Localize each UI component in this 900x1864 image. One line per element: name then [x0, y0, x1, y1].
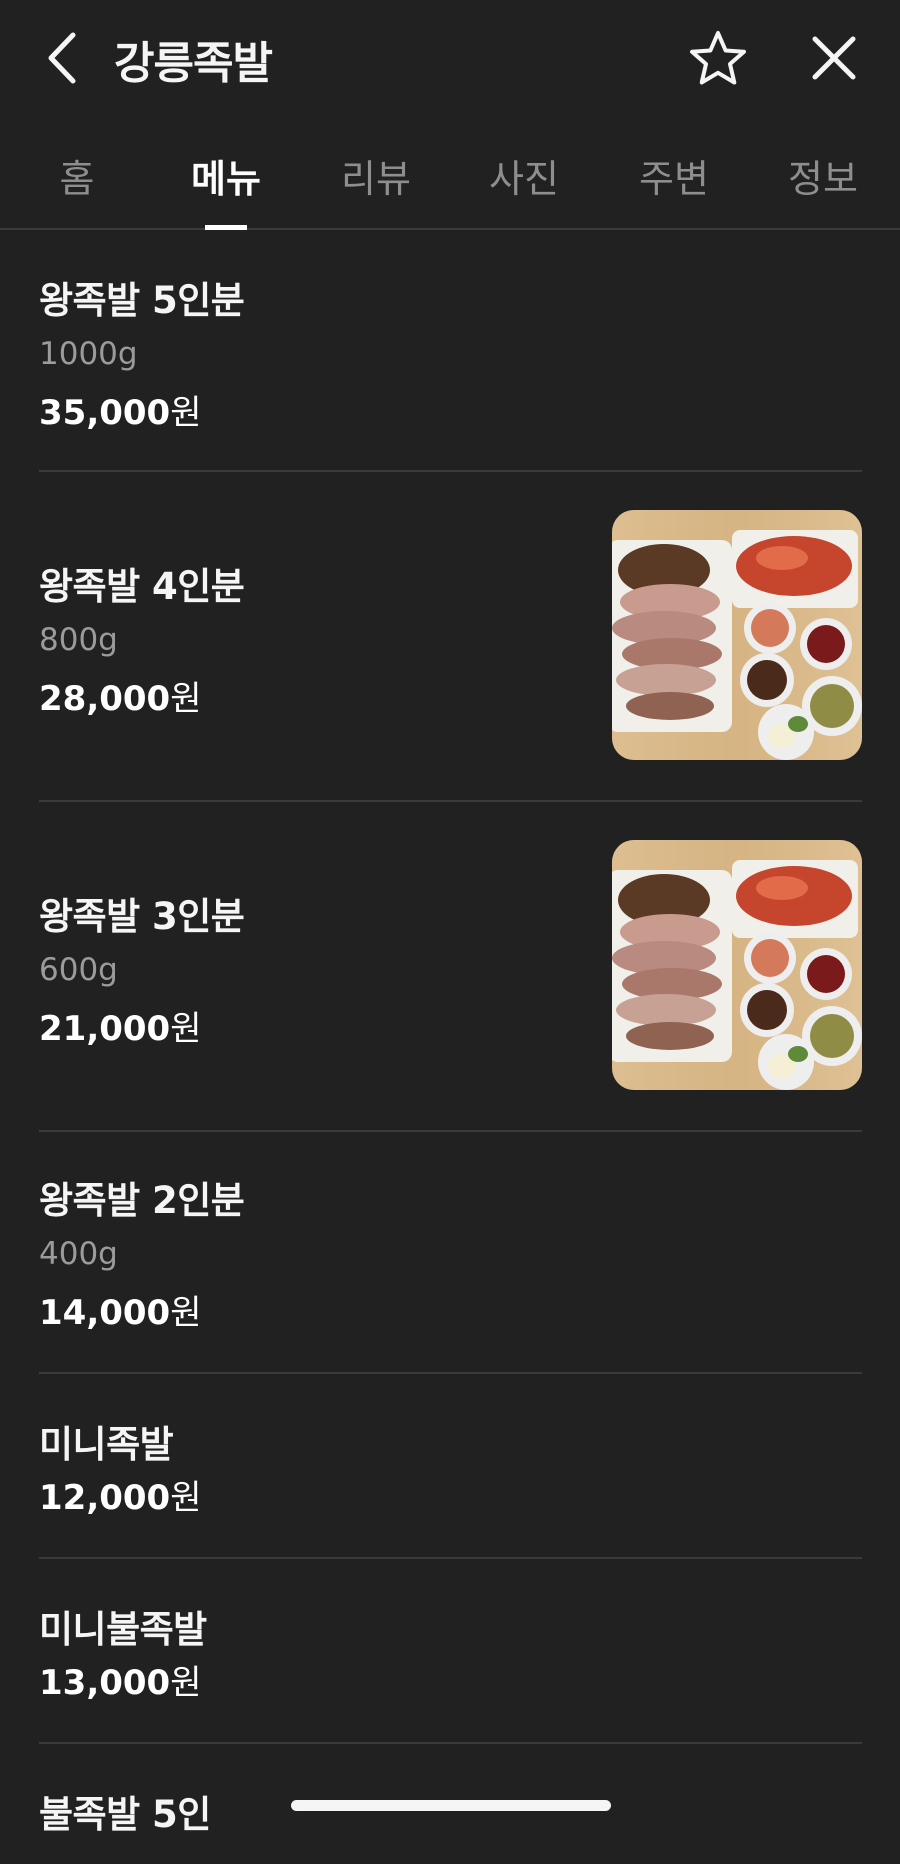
- menu-item-weight: 400g: [39, 1236, 118, 1272]
- menu-item-photo[interactable]: [612, 510, 862, 760]
- menu-item[interactable]: 미니족발 12,000원: [39, 1374, 862, 1559]
- price-unit: 원: [170, 1293, 202, 1333]
- tab-reviews[interactable]: 리뷰: [321, 148, 431, 230]
- price-unit: 원: [170, 1663, 202, 1703]
- menu-item[interactable]: 왕족발 3인분 600g 21,000원: [39, 802, 862, 1132]
- price-value: 35,000: [39, 393, 171, 433]
- price-value: 13,000: [39, 1663, 171, 1703]
- back-button[interactable]: [40, 28, 84, 88]
- menu-item-weight: 600g: [39, 952, 118, 988]
- tab-underline: [205, 225, 247, 230]
- star-outline-icon: [690, 31, 746, 85]
- page-title: 강릉족발: [114, 38, 273, 89]
- tab-home[interactable]: 홈: [22, 148, 132, 230]
- menu-item-weight: 1000g: [39, 336, 138, 372]
- chevron-left-icon: [48, 32, 76, 84]
- price-unit: 원: [170, 1478, 202, 1518]
- tab-label: 홈: [59, 157, 95, 201]
- menu-item-photo[interactable]: [612, 840, 862, 1090]
- menu-item-name: 왕족발 5인분: [39, 279, 245, 322]
- menu-item-name: 미니족발: [39, 1423, 174, 1466]
- home-indicator[interactable]: [291, 1800, 611, 1811]
- tab-bar: 홈 메뉴 리뷰 사진 주변 정보: [0, 130, 900, 230]
- price-unit: 원: [170, 1009, 202, 1049]
- menu-item-price: 13,000원: [39, 1655, 201, 1704]
- tab-info[interactable]: 정보: [768, 148, 878, 230]
- favorite-button[interactable]: [688, 28, 748, 88]
- menu-item-price: 14,000원: [39, 1285, 201, 1334]
- tab-photos[interactable]: 사진: [469, 148, 579, 230]
- price-unit: 원: [170, 393, 202, 433]
- menu-item[interactable]: 왕족발 5인분 1000g 35,000원: [39, 232, 862, 472]
- tab-label: 사진: [489, 157, 559, 201]
- app-header: 강릉족발: [0, 0, 900, 118]
- price-value: 28,000: [39, 679, 171, 719]
- food-photo-image: [612, 510, 862, 760]
- food-photo-image: [612, 840, 862, 1090]
- menu-item-price: 12,000원: [39, 1470, 201, 1519]
- tab-label: 주변: [639, 157, 709, 201]
- price-unit: 원: [170, 679, 202, 719]
- menu-item-name: 왕족발 2인분: [39, 1179, 245, 1222]
- tab-label: 메뉴: [191, 157, 261, 201]
- close-button[interactable]: [806, 30, 862, 86]
- menu-item[interactable]: 왕족발 4인분 800g 28,000원: [39, 472, 862, 802]
- tab-nearby[interactable]: 주변: [619, 148, 729, 230]
- price-value: 14,000: [39, 1293, 171, 1333]
- menu-item-name: 불족발 5인: [39, 1793, 211, 1836]
- menu-item[interactable]: 왕족발 2인분 400g 14,000원: [39, 1132, 862, 1374]
- close-icon: [812, 36, 856, 80]
- menu-list: 왕족발 5인분 1000g 35,000원 왕족발 4인분 800g 28,00…: [0, 232, 900, 1864]
- menu-item[interactable]: 미니불족발 13,000원: [39, 1559, 862, 1744]
- tab-menu[interactable]: 메뉴: [171, 148, 281, 230]
- price-value: 12,000: [39, 1478, 171, 1518]
- menu-item-name: 왕족발 3인분: [39, 895, 245, 938]
- tab-label: 정보: [788, 157, 858, 201]
- menu-item-name: 왕족발 4인분: [39, 565, 245, 608]
- menu-item-name: 미니불족발: [39, 1608, 207, 1651]
- menu-item-price: 28,000원: [39, 671, 201, 720]
- tab-label: 리뷰: [341, 157, 411, 201]
- menu-item-price: 35,000원: [39, 385, 201, 434]
- menu-item-weight: 800g: [39, 622, 118, 658]
- menu-item-price: 21,000원: [39, 1001, 201, 1050]
- price-value: 21,000: [39, 1009, 171, 1049]
